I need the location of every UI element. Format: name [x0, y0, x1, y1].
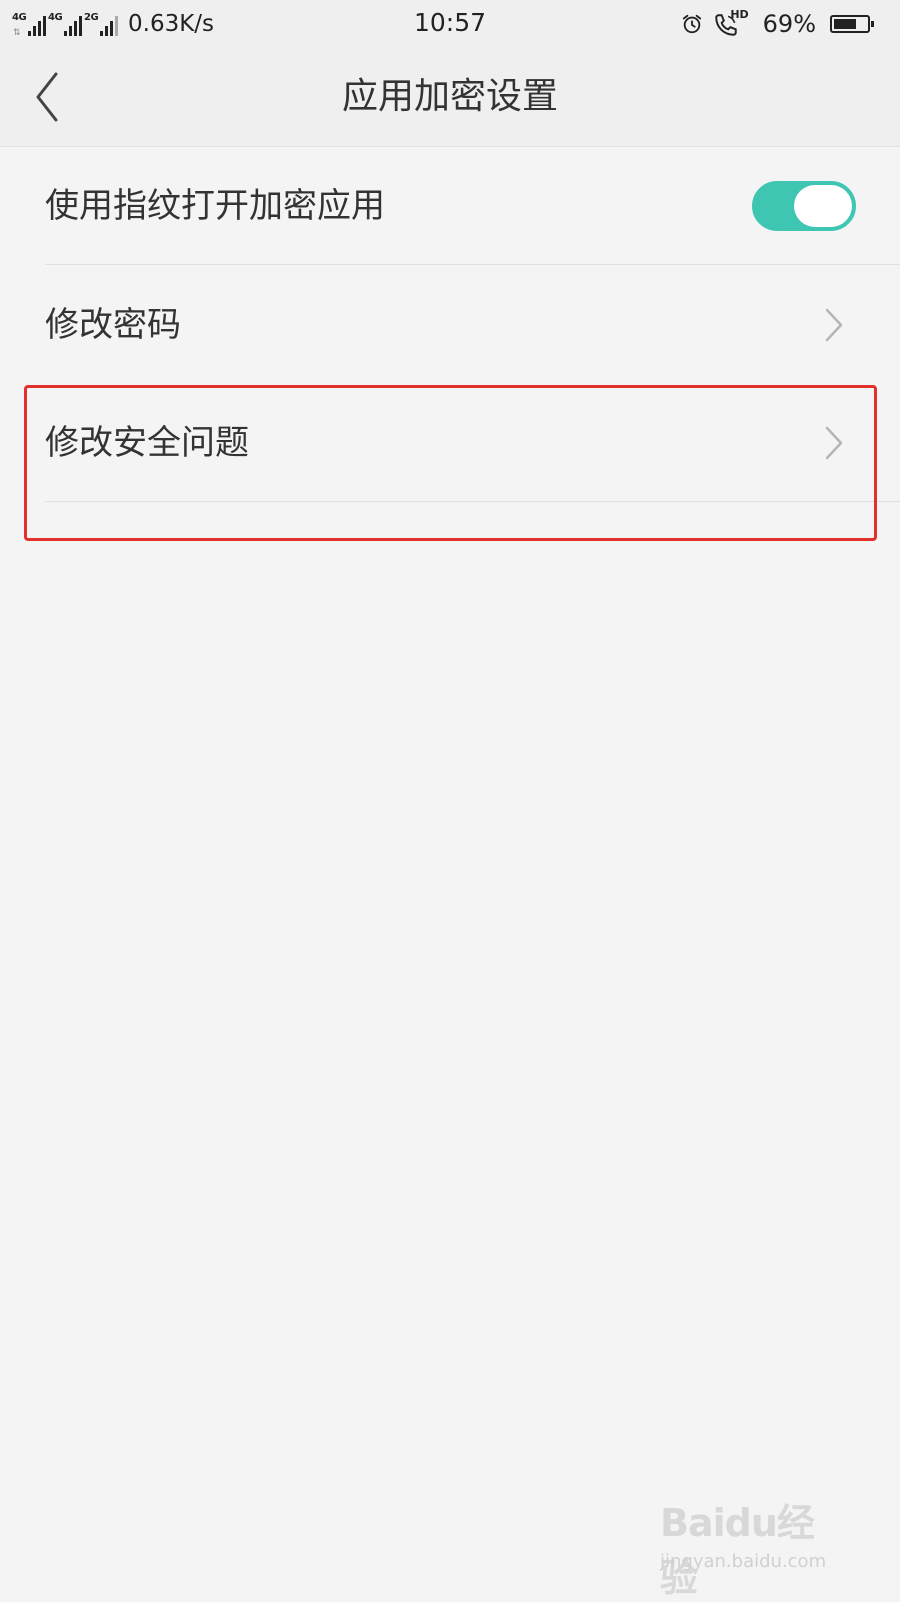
alarm-icon	[682, 14, 701, 34]
hd-call-icon: HD	[713, 8, 749, 38]
watermark-url: jingyan.baidu.com	[660, 1551, 827, 1572]
setting-fingerprint[interactable]: 使用指纹打开加密应用	[0, 147, 900, 265]
page-title: 应用加密设置	[341, 76, 558, 117]
toggle-knob	[794, 185, 852, 227]
setting-change-password[interactable]: 修改密码	[0, 266, 900, 384]
battery-level	[834, 19, 857, 29]
setting-label: 使用指纹打开加密应用	[45, 186, 385, 226]
status-right: HD 69%	[681, 8, 874, 40]
setting-label: 修改密码	[45, 305, 181, 345]
highlight-annotation	[24, 385, 877, 541]
hd-label: HD	[730, 8, 749, 21]
watermark: Baidu经验 jingyan.baidu.com	[660, 1492, 840, 1600]
watermark-logo: Baidu经验	[660, 1501, 815, 1600]
fingerprint-toggle[interactable]	[752, 181, 856, 231]
divider	[45, 264, 900, 265]
title-bar: 应用加密设置	[0, 48, 900, 147]
battery-percent: 69%	[762, 10, 816, 38]
status-bar: 4G ⇅ 4G 2G 0.63K/s 10:57 HD 69%	[0, 0, 900, 48]
battery-icon	[830, 15, 874, 33]
chevron-right-icon	[825, 308, 843, 342]
